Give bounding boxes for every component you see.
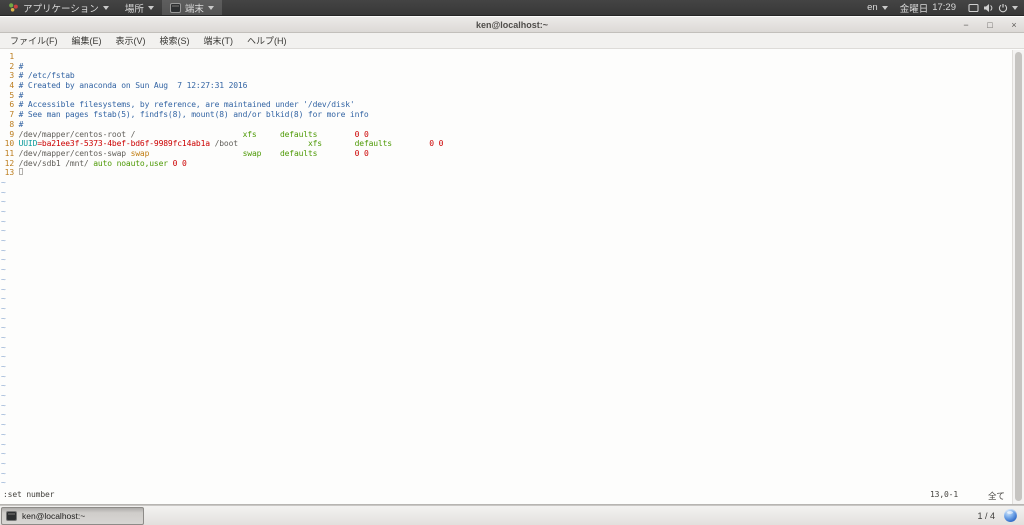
taskbar: ken@localhost:~ 1 / 4 bbox=[0, 505, 1024, 525]
top-panel: アプリケーション 場所 端末 en 金曜日 17:29 bbox=[0, 0, 1024, 16]
maximize-button[interactable]: □ bbox=[984, 17, 996, 33]
chevron-down-icon bbox=[103, 6, 109, 10]
vim-ruler-position: 13,0-1 bbox=[930, 490, 958, 499]
editor-text[interactable]: 12#3# /etc/fstab4# Created by anaconda o… bbox=[0, 50, 1024, 488]
vim-ruler-scroll: 全て bbox=[988, 490, 1005, 502]
menu-item-terminal[interactable]: 端末(T) bbox=[197, 34, 241, 47]
menu-item-file[interactable]: ファイル(F) bbox=[3, 34, 65, 47]
menu-item-view[interactable]: 表示(V) bbox=[109, 34, 153, 47]
menu-item-edit[interactable]: 編集(E) bbox=[65, 34, 109, 47]
volume-icon bbox=[983, 3, 994, 13]
places-menu-label: 場所 bbox=[125, 1, 144, 15]
task-window-label: ken@localhost:~ bbox=[22, 511, 85, 521]
system-status-area[interactable] bbox=[962, 0, 1024, 15]
workspace-indicator[interactable]: 1 / 4 bbox=[977, 511, 995, 521]
menu-item-search[interactable]: 検索(S) bbox=[153, 34, 197, 47]
vim-command-text: :set number bbox=[3, 490, 54, 499]
scrollbar-thumb[interactable] bbox=[1015, 52, 1022, 501]
workspace-orb-icon[interactable] bbox=[1004, 509, 1017, 522]
terminal-window: ken@localhost:~ − □ × ファイル(F) 編集(E) 表示(V… bbox=[0, 17, 1024, 505]
terminal-icon bbox=[6, 511, 17, 521]
window-title: ken@localhost:~ bbox=[476, 20, 548, 30]
keyboard-layout-label: en bbox=[867, 2, 878, 13]
task-window-button[interactable]: ken@localhost:~ bbox=[1, 507, 144, 525]
vim-status-bar: :set number 13,0-1 全て bbox=[0, 490, 1012, 501]
titlebar[interactable]: ken@localhost:~ − □ × bbox=[0, 17, 1024, 33]
chevron-down-icon bbox=[208, 6, 214, 10]
clock-weekday: 金曜日 bbox=[900, 1, 929, 15]
app-menu-terminal[interactable]: 端末 bbox=[162, 0, 222, 15]
editor-scrollbar[interactable] bbox=[1012, 50, 1024, 504]
applications-menu[interactable]: アプリケーション bbox=[0, 0, 117, 15]
minimize-button[interactable]: − bbox=[960, 17, 972, 33]
power-icon bbox=[998, 3, 1008, 13]
chevron-down-icon bbox=[1012, 6, 1018, 10]
applications-menu-label: アプリケーション bbox=[23, 1, 99, 15]
chevron-down-icon bbox=[148, 6, 154, 10]
places-menu[interactable]: 場所 bbox=[117, 0, 162, 15]
clock-time: 17:29 bbox=[932, 2, 956, 13]
app-menu-terminal-label: 端末 bbox=[185, 1, 204, 15]
keyboard-layout-indicator[interactable]: en bbox=[861, 0, 894, 15]
menu-item-help[interactable]: ヘルプ(H) bbox=[240, 34, 294, 47]
clock[interactable]: 金曜日 17:29 bbox=[894, 0, 962, 15]
network-icon bbox=[968, 3, 979, 13]
editor-area[interactable]: 12#3# /etc/fstab4# Created by anaconda o… bbox=[0, 50, 1024, 504]
menubar: ファイル(F) 編集(E) 表示(V) 検索(S) 端末(T) ヘルプ(H) bbox=[0, 33, 1024, 49]
chevron-down-icon bbox=[882, 6, 888, 10]
close-button[interactable]: × bbox=[1008, 17, 1020, 33]
distro-menu-icon bbox=[8, 2, 19, 13]
terminal-icon bbox=[170, 3, 181, 13]
